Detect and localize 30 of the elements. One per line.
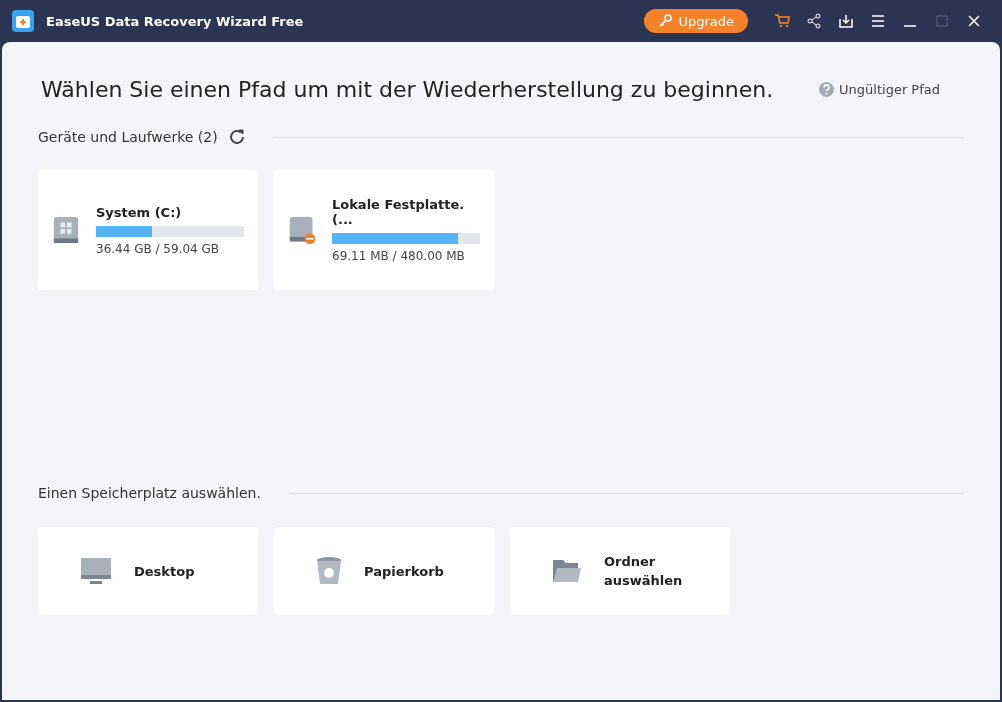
cart-icon[interactable] <box>774 13 790 29</box>
menu-icon[interactable] <box>870 13 886 29</box>
drive-name: Lokale Festplatte. (... <box>332 197 466 227</box>
drive-name: System (C:) <box>96 204 183 220</box>
location-label: Papierkorb <box>364 562 445 581</box>
drive-icon <box>52 214 80 246</box>
folder-icon <box>552 558 582 584</box>
section-title: Geräte und Laufwerke (2) <box>38 129 218 145</box>
monitor-icon <box>80 557 112 585</box>
location-card[interactable]: Desktop <box>38 527 258 615</box>
drive-card[interactable]: Lokale Festplatte. (... 69.11 MB / 480.00 MB <box>274 170 494 290</box>
help-icon <box>819 81 835 97</box>
location-card[interactable]: Papierkorb <box>274 527 494 615</box>
download-icon[interactable] <box>838 13 854 29</box>
app-logo-icon <box>12 10 34 32</box>
share-icon[interactable] <box>806 13 822 29</box>
location-label: Ordner auswählen <box>604 553 684 590</box>
location-card[interactable]: Ordner auswählen <box>510 527 730 615</box>
invalid-path-link[interactable]: Ungültiger Pfad <box>819 81 940 97</box>
drive-card[interactable]: System (C:) 36.44 GB / 59.04 GB <box>38 170 258 290</box>
refresh-icon[interactable] <box>227 128 246 146</box>
key-icon <box>658 14 673 28</box>
drive-usage: 36.44 GB / 59.04 GB <box>96 241 221 256</box>
section-title: Einen Speicherplatz auswählen. <box>38 485 261 501</box>
page-heading: Wählen Sie einen Pfad um mit der Wiederherstellung zu beginnen. <box>41 76 775 102</box>
recycle-bin-icon <box>316 556 342 586</box>
drive-usage: 69.11 MB / 480.00 MB <box>332 249 466 263</box>
close-icon[interactable] <box>966 13 982 29</box>
location-label: Desktop <box>134 562 196 581</box>
window-title: EaseUS Data Recovery Wizard Free <box>46 13 305 29</box>
